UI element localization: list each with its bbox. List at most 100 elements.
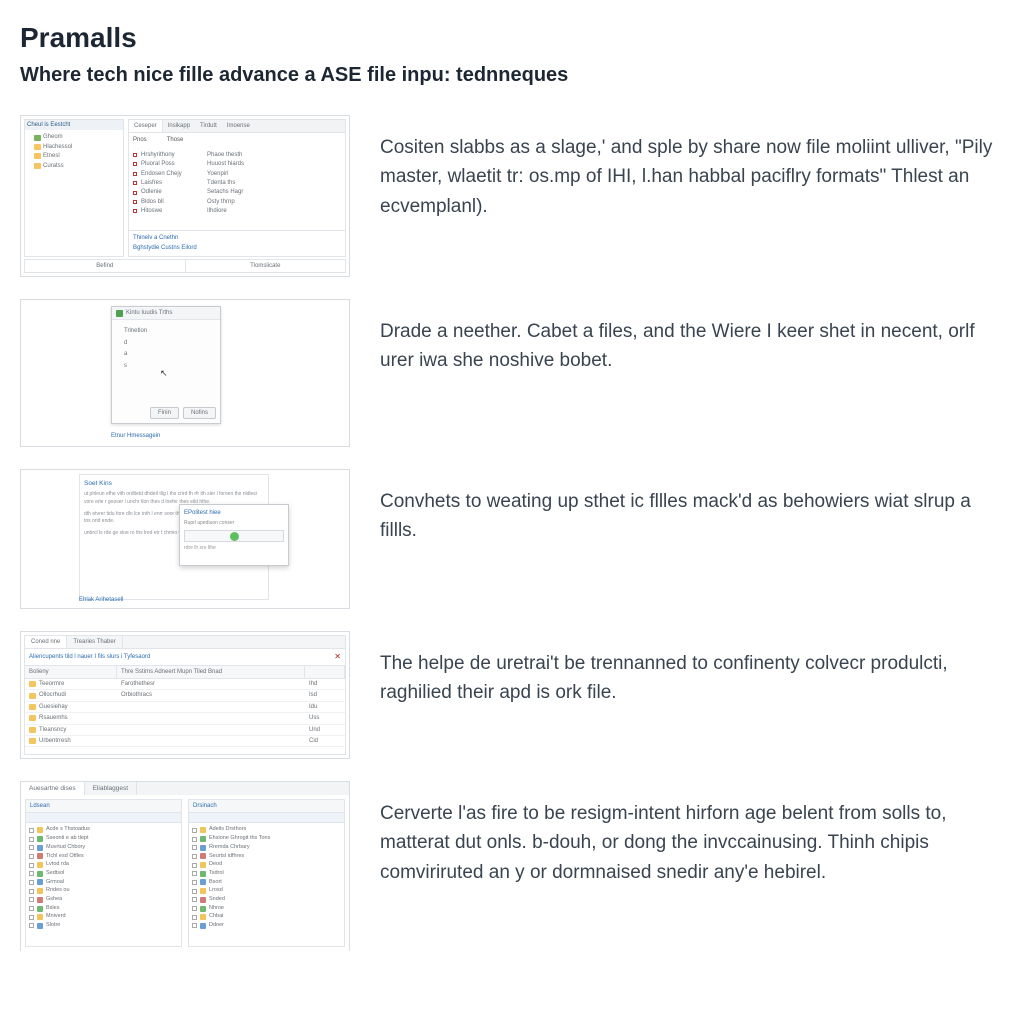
file-row[interactable]: Acde s Thstoadus [29, 826, 178, 834]
pane-toolbar[interactable] [26, 813, 181, 823]
file-row[interactable]: Deod [192, 861, 341, 869]
checkbox[interactable] [192, 837, 197, 842]
checkbox[interactable] [29, 897, 34, 902]
row-cell: Tleansncy [25, 725, 117, 735]
checkbox[interactable] [192, 863, 197, 868]
tab[interactable]: Eliablaggest [85, 782, 137, 795]
checkbox[interactable] [29, 845, 34, 850]
footer-link[interactable]: Thinelv a Cnethn [133, 234, 341, 242]
breadcrumb[interactable]: Aliencupents tild l nauer I fils slurs i… [29, 653, 150, 661]
list-row[interactable]: Bldos bllOsty thrnp [133, 198, 341, 206]
file-row[interactable]: Adeils Drsthors [192, 826, 341, 834]
checkbox[interactable] [192, 889, 197, 894]
dialog-links[interactable]: Etnur Hmessagein [111, 432, 160, 440]
tab[interactable]: Tirdutt [195, 120, 222, 132]
tree-item[interactable]: Etnesl [34, 152, 120, 160]
table-row[interactable]: UrbentrreshCid [25, 736, 345, 747]
popup-action-bar[interactable] [184, 530, 284, 542]
list-row[interactable]: HrshyrithonyPhaoe thesth [133, 151, 341, 159]
file-row[interactable]: Bsles [29, 905, 178, 913]
checkbox[interactable] [192, 906, 197, 911]
checkbox[interactable] [29, 837, 34, 842]
file-row[interactable]: Seurtsl idfhres [192, 853, 341, 861]
tab[interactable]: Auesartne dises [21, 782, 85, 795]
file-icon [37, 845, 43, 851]
checkbox[interactable] [29, 828, 34, 833]
checkbox[interactable] [29, 915, 34, 920]
file-row[interactable]: Snded [192, 896, 341, 904]
checkbox[interactable] [29, 906, 34, 911]
folder-icon [29, 727, 36, 733]
file-row[interactable]: Rndes ou [29, 887, 178, 895]
checkbox[interactable] [192, 828, 197, 833]
bottom-tab[interactable]: Tlomslicate [186, 260, 346, 272]
file-row[interactable]: Lrosd [192, 887, 341, 895]
file-row[interactable]: Sseonti e ab tlept [29, 835, 178, 843]
file-row[interactable]: Bsort [192, 879, 341, 887]
table-row[interactable]: OllocrhudiOrbiothracsIsd [25, 690, 345, 701]
dialog-button-ok[interactable]: Finin [150, 407, 179, 419]
file-row[interactable]: Sedtsol [29, 870, 178, 878]
folder-icon [29, 738, 36, 744]
checkbox[interactable] [192, 897, 197, 902]
bottom-tab[interactable]: Befind [25, 260, 186, 272]
tab[interactable]: Ceseper [129, 120, 163, 132]
file-row[interactable]: Mniverd [29, 913, 178, 921]
close-icon[interactable]: ✕ [334, 651, 341, 662]
file-icon [37, 897, 43, 903]
page-title: Pramalls [20, 22, 1004, 54]
row-cell: Phaoe thesth [207, 151, 242, 159]
checkbox[interactable] [192, 845, 197, 850]
list-row[interactable]: LaisfresTdenta ths [133, 179, 341, 187]
file-name: Sedtsol [46, 870, 64, 878]
table-row[interactable]: TeeormreFarothethesrIhd [25, 679, 345, 690]
file-name: Ehsione Ghrogit ths Tons [209, 835, 270, 843]
step-row: Cheul is Eestcht Gheom Hlachessol Etnesl… [20, 115, 1004, 277]
file-row[interactable]: Nhroe [192, 905, 341, 913]
tree-item[interactable]: Gheom [34, 133, 120, 141]
file-row[interactable]: Ddoer [192, 922, 341, 930]
checkbox[interactable] [29, 871, 34, 876]
file-row[interactable]: Gshea [29, 896, 178, 904]
list-row[interactable]: HitosweIlhdiore [133, 207, 341, 215]
checkbox[interactable] [29, 923, 34, 928]
tab[interactable]: Imoense [222, 120, 255, 132]
tab[interactable]: Trearies Thaber [67, 636, 122, 648]
pane-toolbar[interactable] [189, 813, 344, 823]
tree-item[interactable]: Hlachessol [34, 143, 120, 151]
file-row[interactable]: Chbai [192, 913, 341, 921]
checkbox[interactable] [29, 863, 34, 868]
file-row[interactable]: Ehsione Ghrogit ths Tons [192, 835, 341, 843]
tab[interactable]: Coned nne [25, 636, 67, 648]
table-row[interactable]: TleansncyUnd [25, 725, 345, 736]
file-row[interactable]: Muvrtud Chbory [29, 844, 178, 852]
file-row[interactable]: Lvtod rda [29, 861, 178, 869]
tree-item[interactable]: Curatss [34, 162, 120, 170]
file-icon [37, 879, 43, 885]
checkbox[interactable] [29, 889, 34, 894]
checkbox[interactable] [192, 871, 197, 876]
list-row[interactable]: OdlenieSetachs Hagr [133, 188, 341, 196]
file-name: Nhroe [209, 905, 224, 913]
dialog-button-cancel[interactable]: Nofins [183, 407, 216, 419]
tab[interactable]: Insikapp [163, 120, 195, 132]
editor-links[interactable]: Ehlak Arihetasell [79, 596, 123, 604]
checkbox[interactable] [29, 880, 34, 885]
list-row[interactable]: Pluoral PossHuuost hiards [133, 160, 341, 168]
checkbox[interactable] [192, 854, 197, 859]
list-row[interactable]: Endosen ChejyYoenpirl [133, 170, 341, 178]
checkbox[interactable] [192, 915, 197, 920]
checkbox[interactable] [29, 854, 34, 859]
table-row[interactable]: RsauemhsUss [25, 713, 345, 724]
footer-link[interactable]: Bghstydie Custns Eilord [133, 244, 341, 252]
file-row[interactable]: Slotre [29, 922, 178, 930]
file-row[interactable]: Grmoal [29, 879, 178, 887]
checkbox[interactable] [192, 880, 197, 885]
file-row[interactable]: Rremda Chrbary [192, 844, 341, 852]
dialog-title: Kintu Iuudis Trths [126, 309, 172, 317]
file-row[interactable]: Tichl esd Otfles [29, 853, 178, 861]
file-row[interactable]: Tsdrol [192, 870, 341, 878]
file-name: Seurtsl idfhres [209, 853, 244, 861]
checkbox[interactable] [192, 923, 197, 928]
table-row[interactable]: GuesiehayIdu [25, 702, 345, 713]
